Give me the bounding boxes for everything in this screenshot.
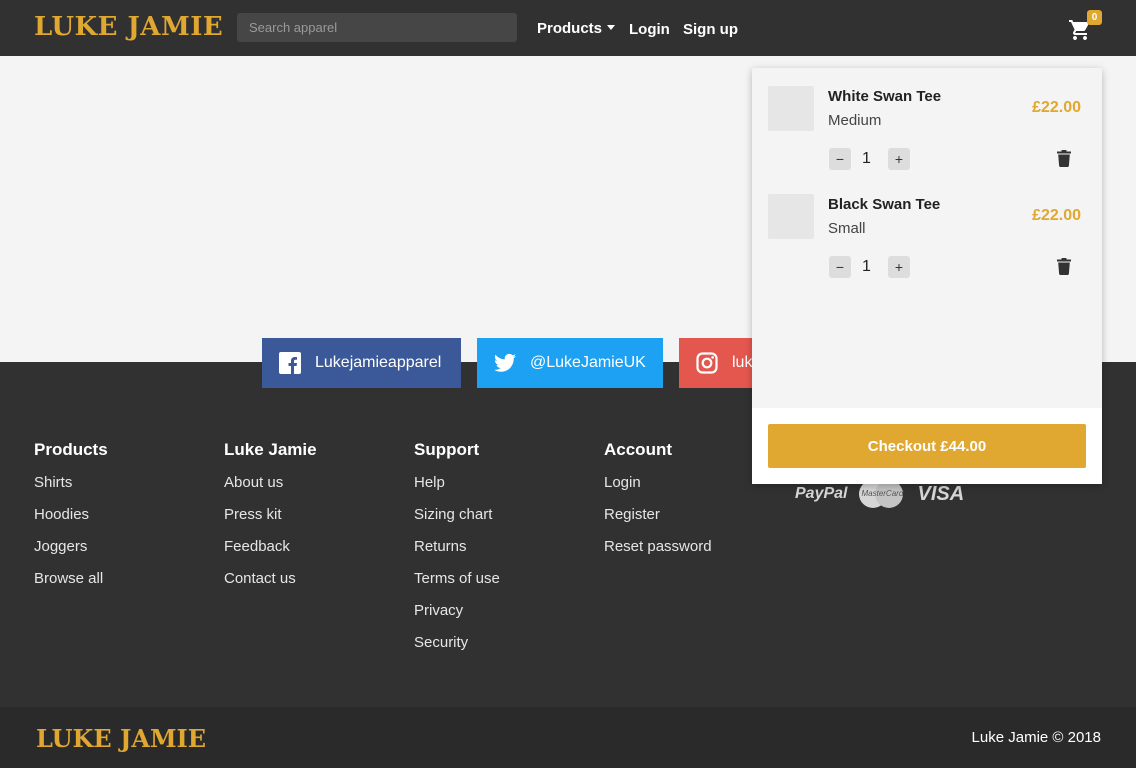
facebook-button[interactable]: Lukejamieapparel	[262, 338, 461, 388]
nav-login-link[interactable]: Login	[629, 21, 670, 38]
cart-item: Black Swan Tee Small £22.00 − 1 +	[752, 176, 1102, 284]
cart-item-variant: Small	[828, 220, 866, 237]
twitter-button[interactable]: @LukeJamieUK	[477, 338, 663, 388]
increase-quantity-button[interactable]: +	[888, 256, 910, 278]
payment-methods: PayPal MasterCard VISA	[795, 480, 964, 508]
paypal-logo: PayPal	[795, 485, 848, 502]
cart-item-name[interactable]: Black Swan Tee	[828, 196, 940, 213]
checkout-button[interactable]: Checkout £44.00	[768, 424, 1086, 468]
caret-down-icon	[607, 24, 616, 30]
top-navbar: LUKE JAMIE Products Login Sign up 0	[0, 0, 1136, 56]
increase-quantity-button[interactable]: +	[888, 148, 910, 170]
bottom-bar: LUKE JAMIE Luke Jamie © 2018	[0, 707, 1136, 768]
nav-products-label: Products	[537, 20, 603, 37]
decrease-quantity-button[interactable]: −	[829, 148, 851, 170]
footer-link-sizing-chart[interactable]: Sizing chart	[414, 504, 500, 536]
footer-link-security[interactable]: Security	[414, 632, 500, 664]
trash-icon[interactable]	[1057, 258, 1071, 275]
instagram-label: luk	[732, 354, 753, 371]
footer-heading: Products	[34, 440, 108, 459]
twitter-label: @LukeJamieUK	[530, 354, 646, 371]
footer-logo[interactable]: LUKE JAMIE	[36, 724, 206, 753]
trash-icon[interactable]	[1057, 150, 1071, 167]
cart-dropdown: White Swan Tee Medium £22.00 − 1 + Black…	[752, 68, 1102, 484]
footer-link-help[interactable]: Help	[414, 472, 500, 504]
cart-footer: Checkout £44.00	[752, 408, 1102, 484]
footer-link-register[interactable]: Register	[604, 504, 712, 536]
quantity-value: 1	[862, 150, 871, 167]
cart-count-badge: 0	[1087, 10, 1102, 25]
visa-logo: VISA	[917, 482, 965, 505]
footer-link-joggers[interactable]: Joggers	[34, 536, 108, 568]
footer-link-about-us[interactable]: About us	[224, 472, 317, 504]
twitter-icon	[494, 353, 516, 372]
facebook-label: Lukejamieapparel	[315, 354, 442, 371]
footer-link-returns[interactable]: Returns	[414, 536, 500, 568]
copyright-text: Luke Jamie © 2018	[971, 729, 1101, 746]
cart-item-variant: Medium	[828, 112, 882, 129]
quantity-value: 1	[862, 258, 871, 275]
mastercard-logo: MasterCard	[859, 480, 904, 508]
cart-item-name[interactable]: White Swan Tee	[828, 88, 941, 105]
footer-heading: Support	[414, 440, 480, 459]
product-thumbnail[interactable]	[768, 194, 814, 239]
decrease-quantity-button[interactable]: −	[829, 256, 851, 278]
facebook-icon	[279, 352, 301, 374]
cart-item: White Swan Tee Medium £22.00 − 1 +	[752, 68, 1102, 176]
footer-link-login[interactable]: Login	[604, 472, 712, 504]
cart-item-price: £22.00	[1032, 99, 1081, 116]
footer-link-reset-password[interactable]: Reset password	[604, 536, 712, 568]
footer-link-shirts[interactable]: Shirts	[34, 472, 108, 504]
brand-logo[interactable]: LUKE JAMIE	[34, 12, 223, 42]
footer-link-privacy[interactable]: Privacy	[414, 600, 500, 632]
nav-products-dropdown[interactable]: Products	[537, 20, 616, 37]
instagram-icon	[696, 352, 718, 374]
footer-link-terms-of-use[interactable]: Terms of use	[414, 568, 500, 600]
footer-column-support: Support Help Sizing chart Returns Terms …	[414, 440, 500, 664]
footer-link-feedback[interactable]: Feedback	[224, 536, 317, 568]
footer-column-products: Products Shirts Hoodies Joggers Browse a…	[34, 440, 108, 600]
footer-link-browse-all[interactable]: Browse all	[34, 568, 108, 600]
mastercard-label: MasterCard	[861, 489, 904, 498]
footer-column-luke-jamie: Luke Jamie About us Press kit Feedback C…	[224, 440, 317, 600]
search-input[interactable]	[237, 13, 517, 42]
footer-link-contact-us[interactable]: Contact us	[224, 568, 317, 600]
footer-link-hoodies[interactable]: Hoodies	[34, 504, 108, 536]
product-thumbnail[interactable]	[768, 86, 814, 131]
footer-column-account: Account Login Register Reset password	[604, 440, 712, 568]
footer-heading: Account	[604, 440, 672, 459]
cart-item-price: £22.00	[1032, 207, 1081, 224]
footer-link-press-kit[interactable]: Press kit	[224, 504, 317, 536]
footer-heading: Luke Jamie	[224, 440, 317, 459]
nav-signup-link[interactable]: Sign up	[683, 21, 738, 38]
